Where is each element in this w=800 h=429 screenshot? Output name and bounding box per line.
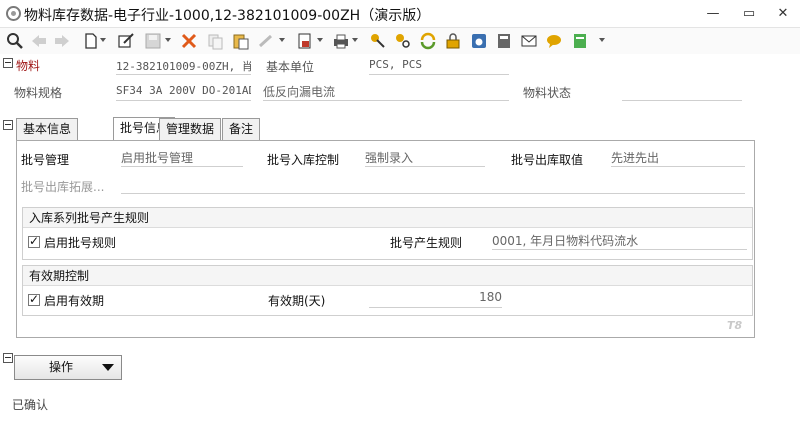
basic-unit-field[interactable]: PCS, PCS bbox=[369, 58, 509, 75]
print-dropdown-icon[interactable] bbox=[352, 38, 358, 44]
forward-arrow-icon[interactable] bbox=[53, 32, 71, 50]
save-icon[interactable] bbox=[144, 32, 162, 50]
toolbar bbox=[0, 28, 800, 54]
material-status-field[interactable] bbox=[622, 83, 742, 101]
save-dropdown-icon[interactable] bbox=[165, 38, 171, 44]
spec-field[interactable]: SF34 3A 200V DO-201AD bbox=[116, 84, 251, 101]
enable-batch-rule-label: 启用批号规则 bbox=[44, 236, 117, 250]
enable-expiry-label: 启用有效期 bbox=[44, 294, 105, 308]
batch-rule-group-title: 入库系列批号产生规则 bbox=[23, 208, 752, 228]
print-icon[interactable] bbox=[332, 32, 350, 50]
comment-icon[interactable] bbox=[545, 32, 563, 50]
key-icon[interactable] bbox=[369, 32, 387, 50]
material-code-field[interactable]: 12-382101009-00ZH, 肖 bbox=[116, 58, 251, 75]
spec-label: 物料规格 bbox=[14, 86, 63, 100]
refresh-icon[interactable] bbox=[419, 32, 437, 50]
enable-expiry-checkbox[interactable] bbox=[28, 292, 40, 306]
title-bar: 物料库存数据-电子行业-1000,12-382101009-00ZH（演示版） … bbox=[0, 0, 800, 28]
link-icon[interactable] bbox=[257, 32, 275, 50]
expiry-group: 有效期控制 启用有效期 有效期(天) 180 bbox=[22, 265, 753, 316]
operate-button[interactable]: 操作 bbox=[14, 355, 122, 380]
delete-icon[interactable] bbox=[180, 32, 198, 50]
tab-basic-info[interactable]: 基本信息 bbox=[16, 118, 79, 140]
batch-in-ctrl-field[interactable]: 强制录入 bbox=[365, 149, 485, 167]
calculator-icon[interactable] bbox=[495, 32, 513, 50]
status-text: 已确认 bbox=[12, 398, 49, 412]
copy-icon[interactable] bbox=[206, 32, 224, 50]
batch-out-label: 批号出库取值 bbox=[511, 153, 584, 167]
header-collapse-icon[interactable] bbox=[3, 58, 13, 68]
tab-notes[interactable]: 备注 bbox=[222, 118, 261, 140]
operate-dropdown-icon bbox=[102, 364, 114, 371]
batch-rule-group: 入库系列批号产生规则 启用批号规则 批号产生规则 0001, 年月日物料代码流水 bbox=[22, 207, 753, 260]
product-watermark: T8 bbox=[727, 319, 743, 332]
minimize-button[interactable]: — bbox=[702, 6, 724, 22]
close-button[interactable]: ✕ bbox=[772, 6, 794, 22]
window-title: 物料库存数据-电子行业-1000,12-382101009-00ZH（演示版） bbox=[24, 8, 431, 24]
edit-icon[interactable] bbox=[117, 32, 135, 50]
batch-in-ctrl-label: 批号入库控制 bbox=[267, 153, 340, 167]
form-dropdown-icon[interactable] bbox=[599, 38, 605, 44]
batch-out-field[interactable]: 先进先出 bbox=[611, 149, 745, 167]
lock-icon[interactable] bbox=[444, 32, 462, 50]
back-arrow-icon[interactable] bbox=[30, 32, 48, 50]
batch-info-panel: 批号管理 启用批号管理 批号入库控制 强制录入 批号出库取值 先进先出 批号出库… bbox=[16, 140, 755, 338]
export-icon[interactable] bbox=[296, 32, 314, 50]
spec-desc-field[interactable]: 低反向漏电流 bbox=[263, 83, 509, 101]
form-icon[interactable] bbox=[571, 32, 589, 50]
operate-button-label: 操作 bbox=[49, 360, 74, 374]
tab-management-data[interactable]: 管理数据 bbox=[159, 118, 222, 140]
preview-icon[interactable] bbox=[6, 32, 24, 50]
batch-gen-rule-label: 批号产生规则 bbox=[390, 236, 463, 250]
expiry-days-label: 有效期(天) bbox=[268, 294, 326, 308]
material-status-label: 物料状态 bbox=[523, 86, 572, 100]
expiry-days-field[interactable]: 180 bbox=[369, 290, 502, 308]
maximize-button[interactable]: ▭ bbox=[738, 6, 760, 22]
tabs-collapse-icon[interactable] bbox=[3, 120, 13, 130]
batch-mgmt-label: 批号管理 bbox=[21, 153, 70, 167]
link-dropdown-icon[interactable] bbox=[279, 38, 285, 44]
section-label-material: 物料 bbox=[16, 59, 41, 73]
paste-icon[interactable] bbox=[232, 32, 250, 50]
export-dropdown-icon[interactable] bbox=[317, 38, 323, 44]
actions-collapse-icon[interactable] bbox=[3, 353, 13, 363]
enable-batch-rule-checkbox[interactable] bbox=[28, 234, 40, 248]
batch-out-ext-field[interactable] bbox=[121, 176, 745, 194]
batch-gen-rule-field[interactable]: 0001, 年月日物料代码流水 bbox=[492, 232, 747, 250]
expiry-group-title: 有效期控制 bbox=[23, 266, 752, 286]
batch-mgmt-field[interactable]: 启用批号管理 bbox=[121, 149, 243, 167]
new-dropdown-icon[interactable] bbox=[100, 38, 106, 44]
disk-icon[interactable] bbox=[470, 32, 488, 50]
search-key-icon[interactable] bbox=[394, 32, 412, 50]
batch-out-ext-label: 批号出库拓展... bbox=[21, 180, 105, 194]
mail-icon[interactable] bbox=[520, 32, 538, 50]
new-document-icon[interactable] bbox=[82, 32, 100, 50]
app-logo-icon bbox=[6, 6, 21, 21]
basic-unit-label: 基本单位 bbox=[266, 60, 315, 74]
